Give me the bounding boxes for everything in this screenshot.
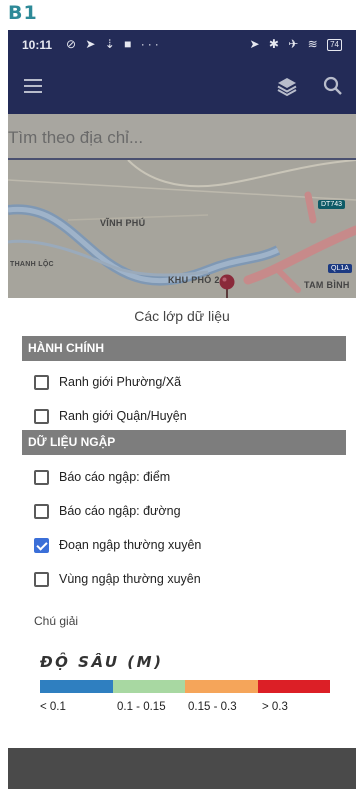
app-bar — [8, 60, 356, 114]
legend-swatch — [185, 680, 258, 693]
map-label: TAM BÌNH — [304, 280, 350, 290]
dimmed-background: 10:11 ⊘ ➤ ⇣ ■ ··· ➤ ✱ ✈ ≋ 74 Tìm theo đị… — [8, 30, 356, 298]
legend-label: 0.15 - 0.3 — [188, 701, 237, 713]
battery-icon: 74 — [327, 38, 342, 51]
search-bar — [8, 114, 356, 160]
map-label: KHU PHỐ 2 — [168, 275, 220, 285]
legend-color-bar — [40, 680, 330, 693]
legend-title: Chú giải — [34, 614, 79, 628]
frame-label: B1 — [8, 2, 38, 24]
legend-heading: ĐỘ SÂU (M) — [40, 653, 164, 671]
layer-frequent-flood-areas[interactable]: Vùng ngập thường xuyên — [34, 569, 201, 589]
layer-ward-boundary[interactable]: Ranh giới Phường/Xã — [34, 372, 181, 392]
checkbox[interactable] — [34, 469, 49, 485]
status-bar: 10:11 ⊘ ➤ ⇣ ■ ··· ➤ ✱ ✈ ≋ 74 — [8, 30, 356, 60]
layer-frequent-flood-segments[interactable]: Đoạn ngập thường xuyên — [34, 535, 201, 555]
layer-label: Ranh giới Quận/Huyện — [59, 409, 187, 423]
legend-swatch — [258, 680, 330, 693]
legend-label: < 0.1 — [40, 701, 66, 713]
connectivity-icons: ➤ ✱ ✈ ≋ — [249, 37, 321, 51]
legend-label: > 0.3 — [262, 701, 288, 713]
layer-label: Vùng ngập thường xuyên — [59, 572, 201, 586]
map-label: THANH LỘC — [10, 261, 54, 268]
section-header-flood-data: DỮ LIỆU NGẬP — [22, 430, 346, 455]
search-input[interactable] — [8, 128, 308, 148]
layer-flood-report-points[interactable]: Báo cáo ngập: điểm — [34, 467, 170, 487]
layers-icon[interactable] — [276, 75, 298, 97]
layer-label: Báo cáo ngập: điểm — [59, 470, 171, 484]
map-view[interactable]: VĨNH PHÚ THANH LỘC KHU PHỐ 2 TAM BÌNH DT… — [8, 114, 356, 298]
layer-label: Đoạn ngập thường xuyên — [59, 538, 202, 552]
notification-icons: ⊘ ➤ ⇣ ■ ··· — [66, 37, 162, 51]
legend-label: 0.1 - 0.15 — [117, 701, 166, 713]
menu-icon[interactable] — [24, 79, 42, 93]
map-pin-icon[interactable] — [218, 274, 236, 298]
data-layers-sheet: Các lớp dữ liệu HÀNH CHÍNH Ranh giới Phư… — [8, 298, 356, 789]
checkbox[interactable] — [34, 374, 49, 390]
road-badge: DT743 — [318, 200, 346, 209]
phone-screen: 10:11 ⊘ ➤ ⇣ ■ ··· ➤ ✱ ✈ ≋ 74 Tìm theo đị… — [8, 30, 356, 789]
road-badge: QL1A — [328, 264, 352, 273]
checkbox[interactable] — [34, 408, 49, 424]
checkbox[interactable] — [34, 571, 49, 587]
map-label: VĨNH PHÚ — [100, 218, 146, 228]
legend-swatch — [113, 680, 185, 693]
sheet-title: Các lớp dữ liệu — [134, 308, 230, 324]
checkbox[interactable] — [34, 503, 49, 519]
layer-flood-report-roads[interactable]: Báo cáo ngập: đường — [34, 501, 181, 521]
search-icon[interactable] — [322, 75, 344, 97]
legend-swatch — [40, 680, 113, 693]
system-icons: ➤ ✱ ✈ ≋ 74 — [250, 37, 342, 51]
status-time: 10:11 — [22, 38, 53, 52]
layer-label: Báo cáo ngập: đường — [59, 504, 181, 518]
legend-labels: < 0.1 0.1 - 0.15 0.15 - 0.3 > 0.3 — [40, 701, 340, 717]
bottom-bar — [8, 748, 356, 789]
layer-label: Ranh giới Phường/Xã — [59, 375, 182, 389]
section-header-administrative: HÀNH CHÍNH — [22, 336, 346, 361]
layer-district-boundary[interactable]: Ranh giới Quận/Huyện — [34, 406, 187, 426]
checkbox-checked[interactable] — [34, 537, 49, 553]
